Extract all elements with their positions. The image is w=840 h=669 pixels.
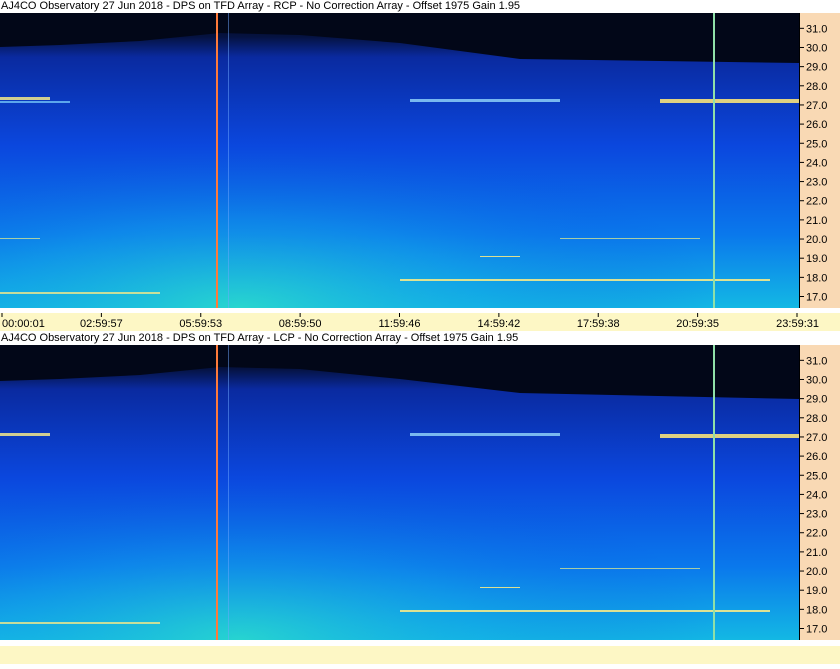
time-tick-label: 14:59:42	[477, 318, 520, 330]
frequency-tick-label: 17.0	[806, 292, 827, 304]
frequency-tick-label: 23.0	[806, 177, 827, 189]
time-marker-2	[713, 345, 715, 640]
time-tick-label: 17:59:38	[577, 318, 620, 330]
spectrogram-rcp-svg	[0, 13, 799, 308]
time-tick-label: 08:59:50	[279, 318, 322, 330]
frequency-tick-label: 31.0	[806, 23, 827, 35]
frequency-tick-label: 20.0	[806, 234, 827, 246]
interference-glow	[0, 13, 799, 308]
frequency-tick-label: 24.0	[806, 157, 827, 169]
band-27mhz-left-lower	[0, 101, 70, 103]
frequency-tick-label: 27.0	[806, 432, 827, 444]
band-27mhz-left	[0, 433, 50, 436]
band-20mhz	[560, 568, 700, 569]
frequency-tick-label: 21.0	[806, 215, 827, 227]
frequency-tick-label: 17.0	[806, 624, 827, 636]
frequency-tick-label: 21.0	[806, 547, 827, 559]
frequency-tick-label: 18.0	[806, 272, 827, 284]
frequency-tick-label: 29.0	[806, 394, 827, 406]
band-19mhz	[480, 587, 520, 588]
band-27mhz-right	[660, 99, 799, 103]
frequency-tick-label: 24.0	[806, 489, 827, 501]
chart-title-rcp: AJ4CO Observatory 27 Jun 2018 - DPS on T…	[0, 0, 840, 13]
band-27mhz-mid	[410, 99, 560, 102]
frequency-tick-label: 28.0	[806, 413, 827, 425]
frequency-tick-label: 30.0	[806, 42, 827, 54]
time-tick-label: 23:59:31	[776, 318, 819, 330]
frequency-tick-label: 30.0	[806, 374, 827, 386]
frequency-tick-label: 29.0	[806, 62, 827, 74]
interference-line	[228, 345, 229, 640]
frequency-tick-label: 25.0	[806, 138, 827, 150]
frequency-tick-label: 22.0	[806, 528, 827, 540]
band-19mhz	[480, 256, 520, 257]
frequency-tick-label: 18.0	[806, 604, 827, 616]
frequency-tick-label: 19.0	[806, 585, 827, 597]
frequency-tick-label: 23.0	[806, 509, 827, 521]
frequency-tick-label: 27.0	[806, 100, 827, 112]
interference-glow	[0, 345, 799, 640]
time-marker-1	[216, 13, 218, 308]
time-tick-label: 00:00:01	[2, 318, 45, 330]
time-tick-label: 05:59:53	[179, 318, 222, 330]
spectrogram-lcp-svg	[0, 345, 799, 640]
time-tick-label: 02:59:57	[80, 318, 123, 330]
chart-title-lcp: AJ4CO Observatory 27 Jun 2018 - DPS on T…	[0, 332, 840, 345]
band-27mhz-left	[0, 97, 50, 100]
band-17mhz-left	[0, 292, 160, 294]
frequency-tick-label: 26.0	[806, 119, 827, 131]
interference-line	[228, 13, 229, 308]
frequency-axis-lcp: 17.0 18.0 19.0 20.0 21.0 22.0 23.0 24.0 25.0 26.0…	[799, 345, 840, 640]
time-tick-label: 11:59:46	[378, 318, 420, 330]
time-marker-2	[713, 13, 715, 308]
frequency-tick-label: 26.0	[806, 451, 827, 463]
frequency-tick-label: 25.0	[806, 470, 827, 482]
spectrogram-lcp	[0, 345, 799, 640]
band-20mhz	[560, 238, 700, 239]
time-axis-lcp	[0, 646, 840, 664]
time-marker-1	[216, 345, 218, 640]
frequency-axis-rcp: 17.0 18.0 19.0 20.0 21.0 22.0 23.0 24.0 25.0 26.0…	[799, 13, 840, 308]
frequency-tick-label: 28.0	[806, 81, 827, 93]
band-20mhz-left	[0, 238, 40, 239]
frequency-tick-label: 22.0	[806, 196, 827, 208]
band-27mhz-mid	[410, 433, 560, 436]
frequency-tick-label: 19.0	[806, 253, 827, 265]
frequency-tick-label: 31.0	[806, 355, 827, 367]
time-tick-label: 20:59:35	[676, 318, 719, 330]
frequency-tick-label: 20.0	[806, 566, 827, 578]
band-27mhz-right	[660, 434, 799, 438]
band-17mhz-left	[0, 622, 160, 624]
spectrogram-rcp	[0, 13, 799, 308]
time-axis-rcp: 00:00:01 02:59:57 05:59:53 08:59:50 11:59:46…	[0, 313, 840, 331]
